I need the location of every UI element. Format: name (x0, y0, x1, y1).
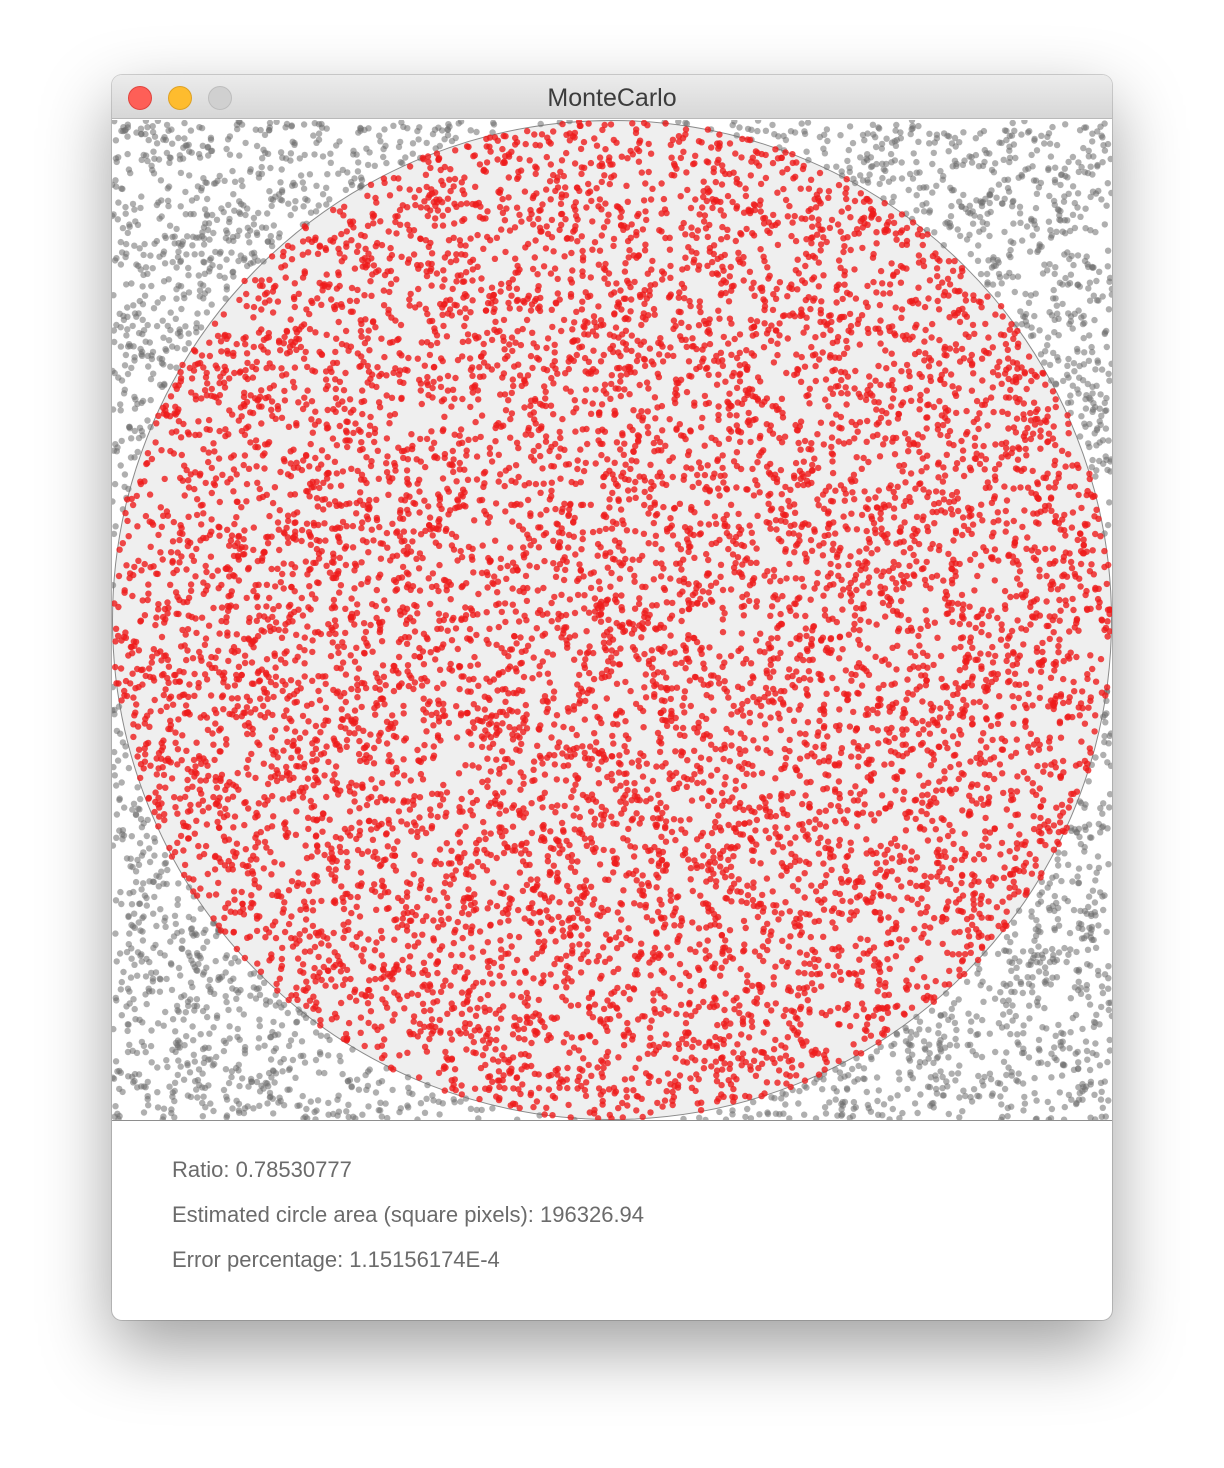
simulation-canvas (112, 120, 1112, 1120)
ratio-label: Ratio: 0.78530777 (172, 1157, 352, 1182)
montecarlo-window: MonteCarlo Ratio: 0.78530777 Estimated c… (112, 75, 1112, 1320)
error-percentage-label: Error percentage: 1.15156174E-4 (172, 1247, 500, 1272)
window-title: MonteCarlo (547, 84, 677, 112)
estimated-area-label: Estimated circle area (square pixels): 1… (172, 1202, 645, 1227)
title-bar[interactable]: MonteCarlo (112, 75, 1112, 119)
divider (112, 1120, 1112, 1121)
points-plot (112, 120, 1112, 1120)
results-panel: Ratio: 0.78530777 Estimated circle area … (172, 1155, 644, 1290)
